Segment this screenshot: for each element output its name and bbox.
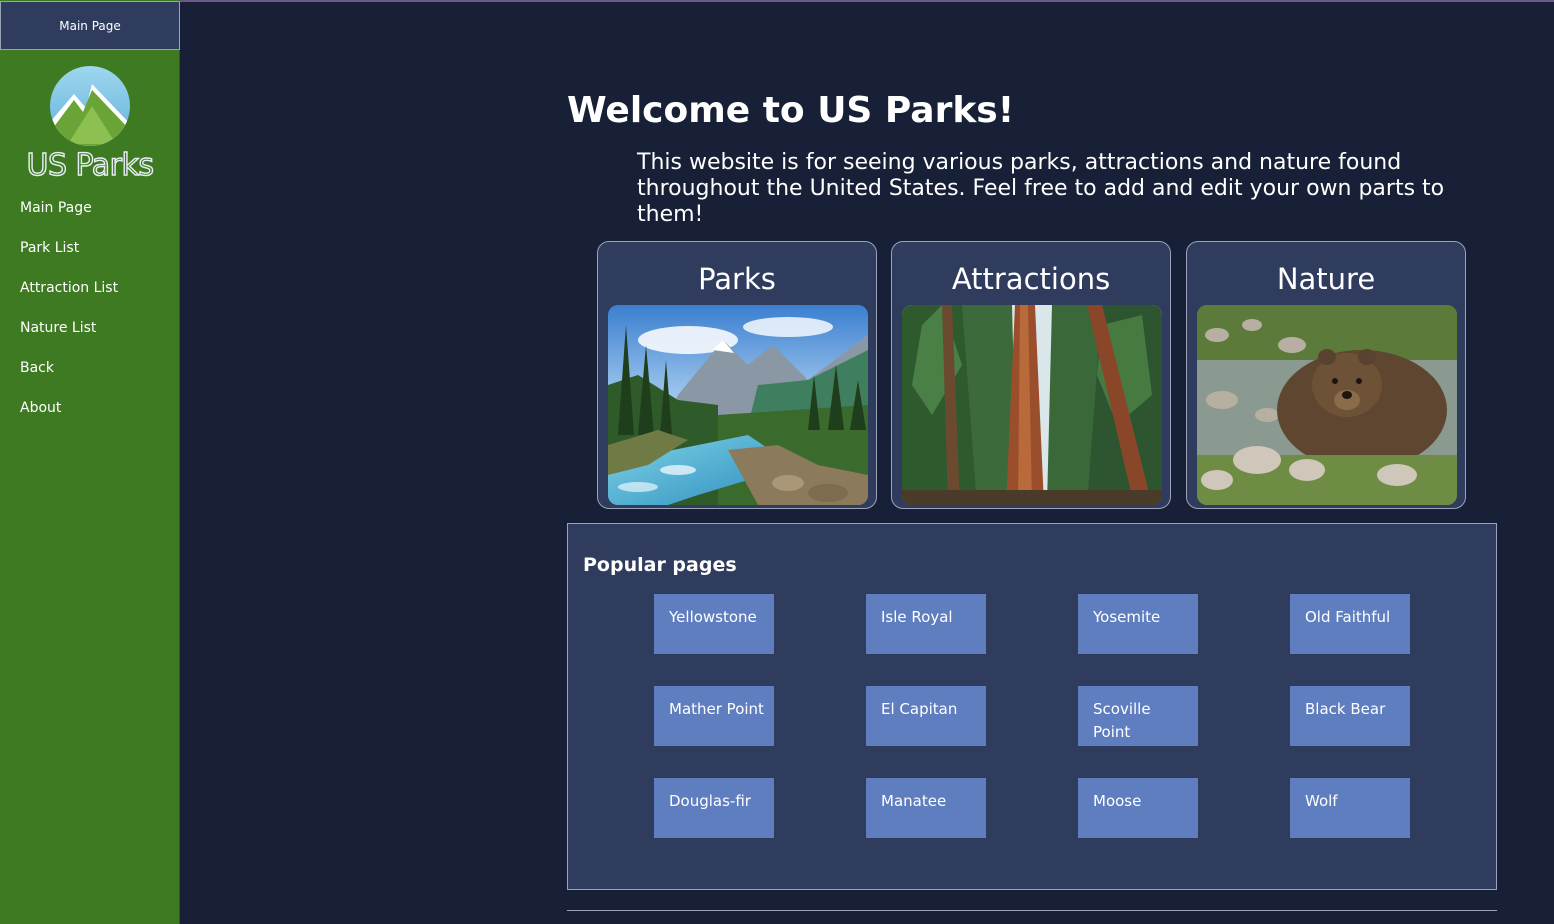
nav-item-attraction-list[interactable]: Attraction List [20,276,118,316]
footer-divider [567,910,1497,911]
popular-link-old-faithful[interactable]: Old Faithful [1290,594,1410,654]
logo-text: US Parks [26,147,155,183]
popular-link-moose[interactable]: Moose [1078,778,1198,838]
popular-link-black-bear[interactable]: Black Bear [1290,686,1410,746]
mountain-river-photo[interactable] [608,305,868,505]
popular-link-el-capitan[interactable]: El Capitan [866,686,986,746]
page-title: Welcome to US Parks! [567,90,1015,131]
sidebar-header[interactable]: Main Page [0,1,180,50]
popular-link-manatee[interactable]: Manatee [866,778,986,838]
category-cards: Parks Attractions Nature [597,241,1469,511]
card-title: Parks [698,262,776,296]
sidebar: Main Page US Parks Main Page Park List A… [0,0,180,924]
site-logo[interactable]: US Parks [0,64,180,188]
mountain-logo-icon [50,66,130,146]
card-parks[interactable]: Parks [597,241,877,509]
nav-item-main-page[interactable]: Main Page [20,196,118,236]
giant-sequoia-photo[interactable] [902,305,1162,505]
grizzly-bear-photo[interactable] [1197,305,1457,505]
nav-item-park-list[interactable]: Park List [20,236,118,276]
card-title: Nature [1276,262,1376,296]
nav-item-back[interactable]: Back [20,356,118,396]
popular-link-douglas-fir[interactable]: Douglas-fir [654,778,774,838]
popular-link-yellowstone[interactable]: Yellowstone [654,594,774,654]
sidebar-nav: Main Page Park List Attraction List Natu… [20,196,118,436]
nav-item-about[interactable]: About [20,396,118,436]
popular-pages-title: Popular pages [583,554,737,576]
intro-text: This website is for seeing various parks… [637,150,1445,227]
popular-link-isle-royal[interactable]: Isle Royal [866,594,986,654]
popular-link-mather-point[interactable]: Mather Point [654,686,774,746]
popular-link-wolf[interactable]: Wolf [1290,778,1410,838]
popular-pages-grid: Yellowstone Isle Royal Yosemite Old Fait… [654,594,1410,838]
popular-link-scoville-point[interactable]: Scoville Point [1078,686,1198,746]
popular-link-yosemite[interactable]: Yosemite [1078,594,1198,654]
nav-item-nature-list[interactable]: Nature List [20,316,118,356]
card-title: Attractions [951,262,1111,296]
popular-pages-panel: Popular pages Yellowstone Isle Royal Yos… [567,523,1497,890]
card-nature[interactable]: Nature [1186,241,1466,509]
card-attractions[interactable]: Attractions [891,241,1171,509]
top-border [0,0,1554,2]
